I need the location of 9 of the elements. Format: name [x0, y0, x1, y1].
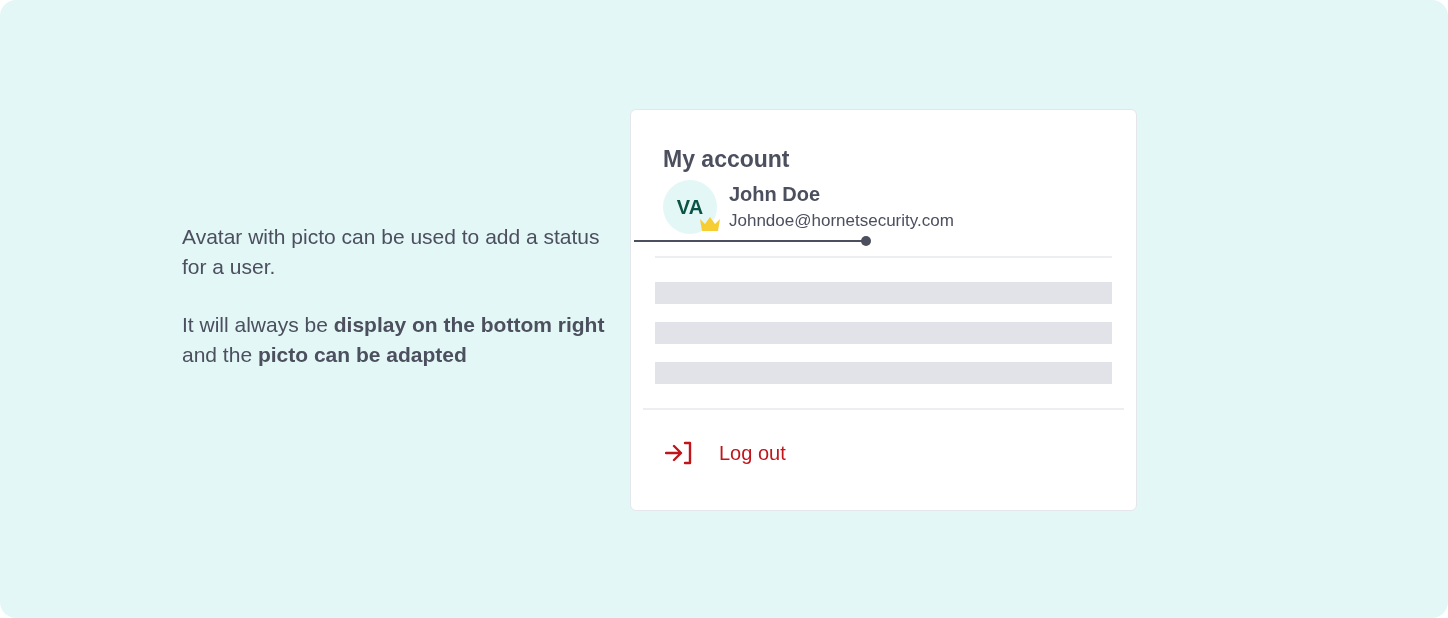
- crown-icon: [699, 216, 721, 232]
- logout-button[interactable]: Log out: [665, 438, 786, 468]
- annotation-text: Avatar with picto can be used to add a status for a user.: [182, 224, 601, 280]
- card-title: My account: [663, 145, 791, 174]
- avatar: VA: [663, 180, 717, 234]
- logout-icon: [665, 441, 693, 465]
- annotation-text: It will always be display on the bottom right and the picto can be adapted: [182, 312, 606, 368]
- user-email: Johndoe@hornetsecurity.com: [729, 210, 954, 232]
- user-name: John Doe: [729, 182, 822, 207]
